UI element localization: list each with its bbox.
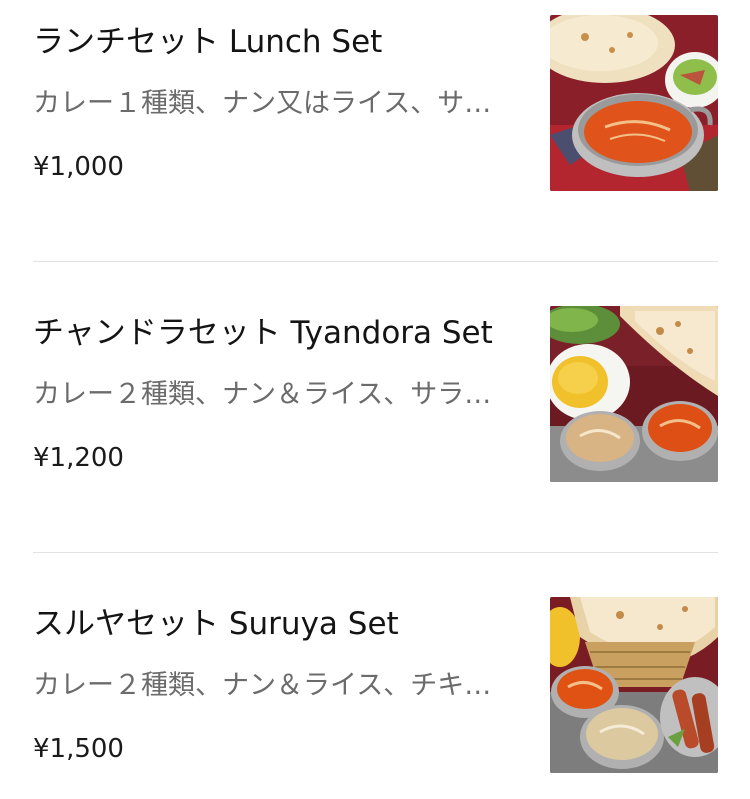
- menu-list: ランチセット Lunch Set カレー１種類、ナン又はライス、サ… ¥1,00…: [0, 0, 750, 799]
- menu-item-photo[interactable]: [550, 15, 718, 191]
- divider: [33, 261, 718, 262]
- menu-item-title: チャンドラセット Tyandora Set: [33, 315, 493, 351]
- menu-item-description: カレー２種類、ナン＆ライス、サラ…: [33, 379, 492, 410]
- menu-item-title: スルヤセット Suruya Set: [33, 606, 399, 642]
- menu-item-price: ¥1,500: [33, 734, 124, 764]
- menu-item-suruya-set[interactable]: スルヤセット Suruya Set カレー２種類、ナン＆ライス、チキ… ¥1,5…: [33, 582, 718, 773]
- menu-item-photo[interactable]: [550, 306, 718, 482]
- menu-item-price: ¥1,200: [33, 443, 124, 473]
- menu-item-photo[interactable]: [550, 597, 718, 773]
- menu-item-title: ランチセット Lunch Set: [33, 24, 383, 60]
- menu-item-tyandora-set[interactable]: チャンドラセット Tyandora Set カレー２種類、ナン＆ライス、サラ… …: [33, 291, 718, 482]
- menu-item-description: カレー２種類、ナン＆ライス、チキ…: [33, 670, 492, 701]
- menu-item-description: カレー１種類、ナン又はライス、サ…: [33, 88, 492, 119]
- divider: [33, 552, 718, 553]
- menu-item-lunch-set[interactable]: ランチセット Lunch Set カレー１種類、ナン又はライス、サ… ¥1,00…: [33, 0, 718, 191]
- menu-item-price: ¥1,000: [33, 152, 124, 182]
